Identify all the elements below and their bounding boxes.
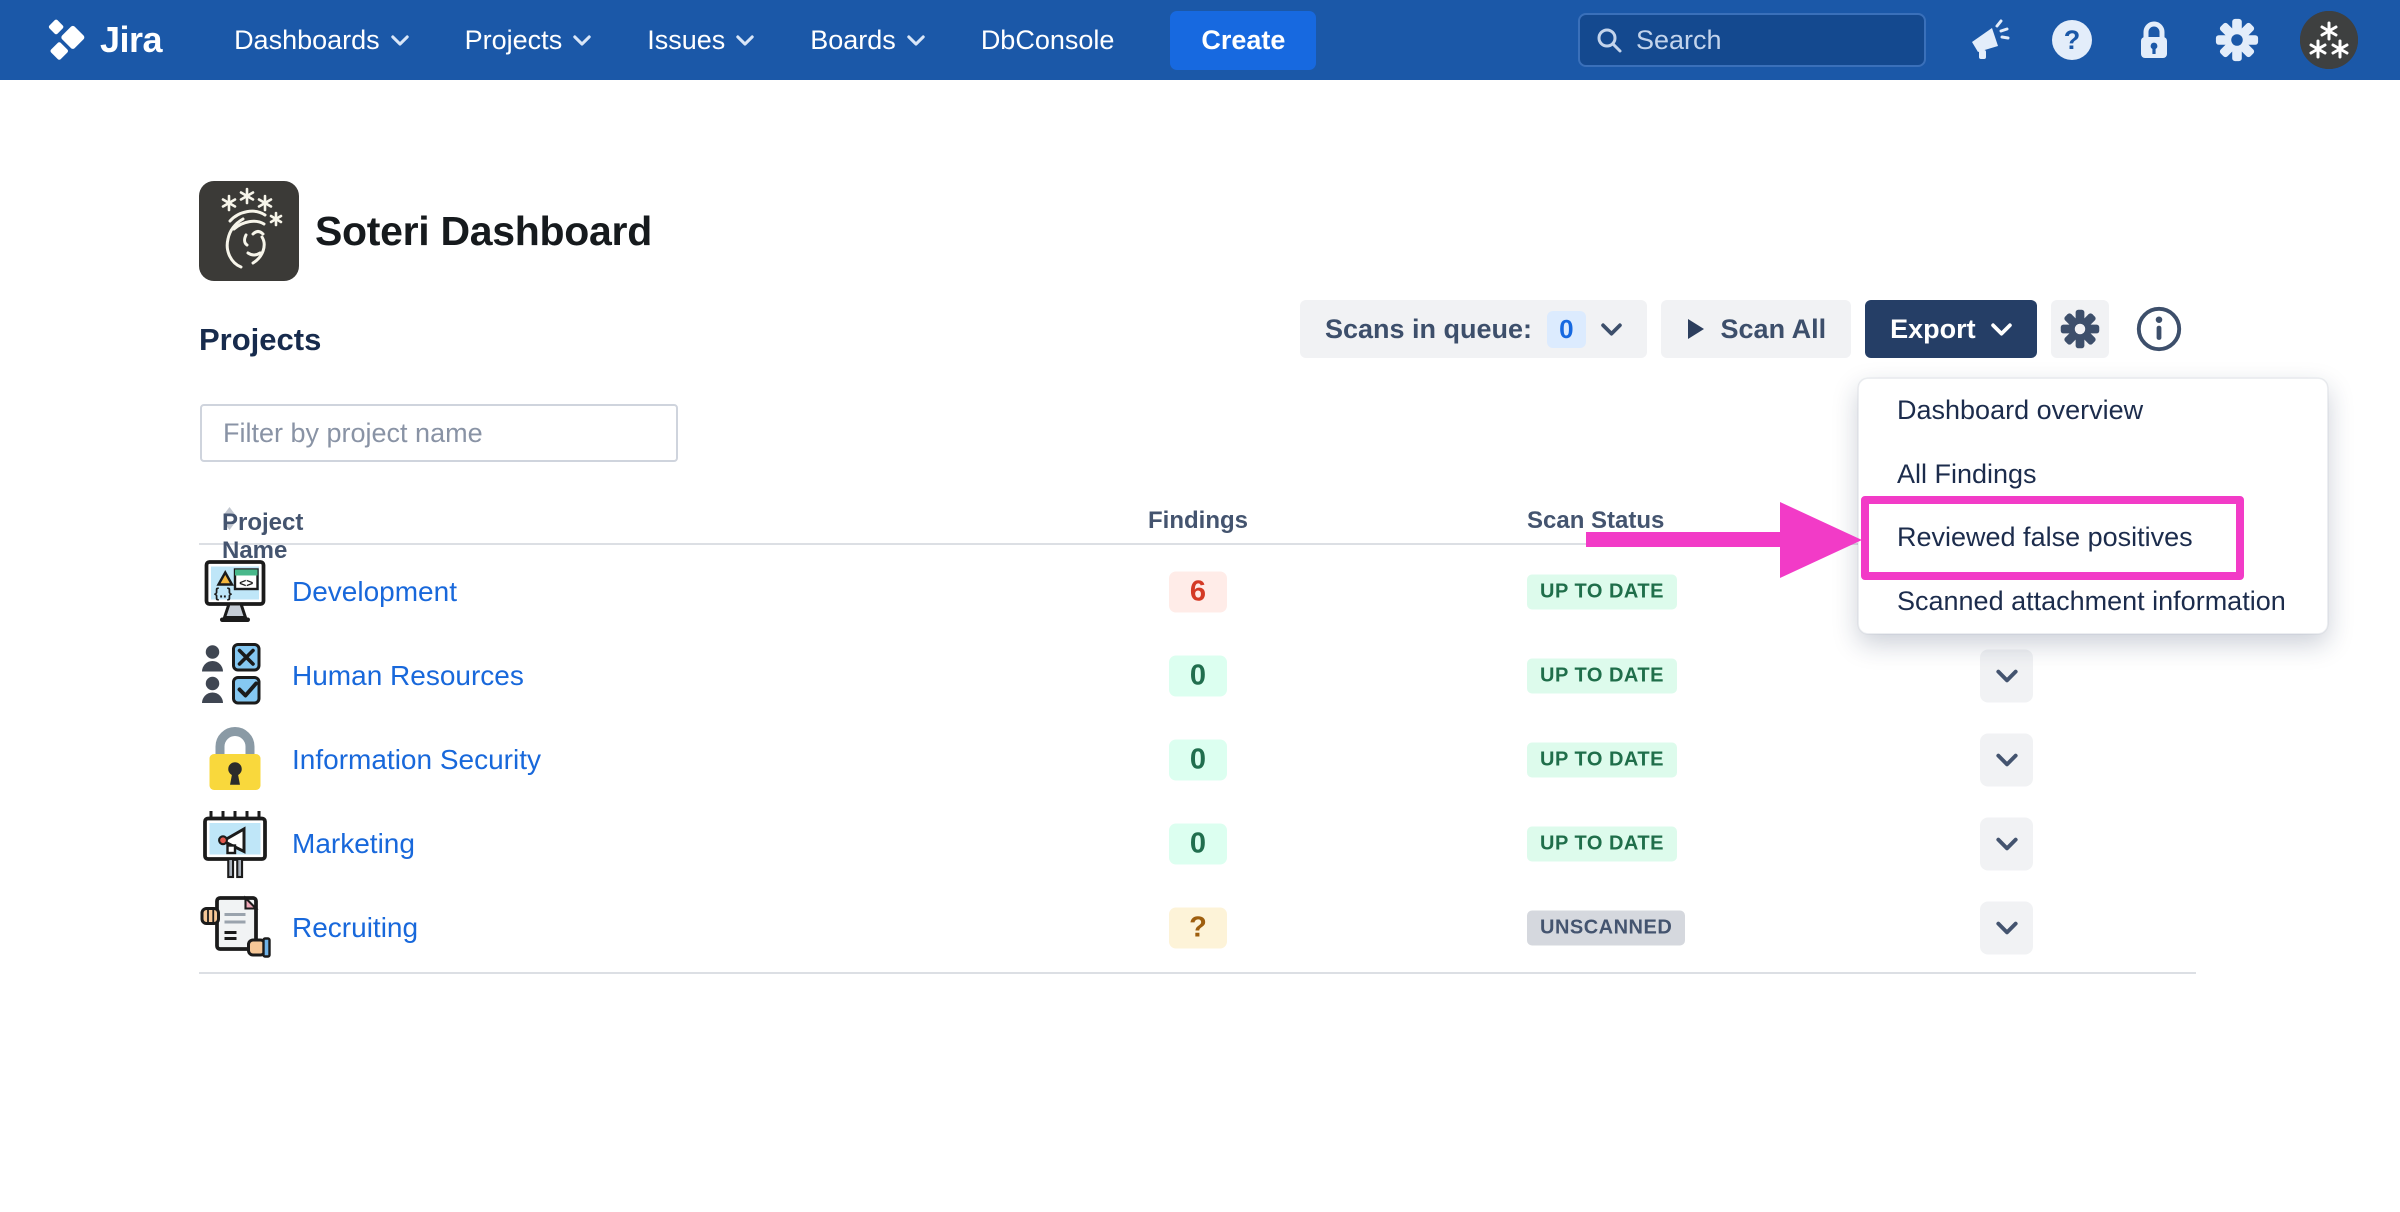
svg-text:?: ? [2064, 25, 2081, 55]
project-name-link[interactable]: Human Resources [292, 660, 524, 692]
chevron-down-icon [1996, 838, 2018, 851]
findings-count-badge: 0 [1169, 740, 1227, 781]
nav-item-boards[interactable]: Boards [810, 25, 925, 56]
brand-name: Jira [100, 19, 162, 61]
info-button[interactable] [2123, 300, 2183, 358]
chevron-down-icon [1996, 754, 2018, 767]
chevron-down-icon [1996, 922, 2018, 935]
export-menu-item[interactable]: Reviewed false positives [1859, 506, 2327, 570]
scan-status-badge: UP TO DATE [1527, 575, 1677, 610]
export-menu-item[interactable]: Scanned attachment information [1859, 570, 2327, 634]
scans-in-queue-label: Scans in queue: [1325, 314, 1532, 345]
findings-count-badge: 0 [1169, 824, 1227, 865]
export-button[interactable]: Export [1865, 300, 2037, 358]
scan-all-button[interactable]: Scan All [1661, 300, 1852, 358]
search-input[interactable] [1636, 25, 1909, 56]
column-header-findings: Findings [1148, 507, 1248, 535]
chevron-down-icon [391, 35, 409, 46]
row-actions-dropdown-button[interactable] [1980, 902, 2033, 955]
column-header-scan-status: Scan Status [1527, 507, 1664, 535]
chevron-down-icon [1991, 323, 2012, 336]
recruiting-icon [199, 892, 271, 964]
scan-status-badge: UP TO DATE [1527, 743, 1677, 778]
scans-in-queue-count: 0 [1547, 311, 1585, 348]
project-name-link[interactable]: Recruiting [292, 912, 418, 944]
jira-logo[interactable]: Jira [42, 17, 162, 63]
export-dropdown-menu: Dashboard overviewAll FindingsReviewed f… [1858, 378, 2328, 634]
chevron-down-icon [1996, 670, 2018, 683]
project-name-link[interactable]: Marketing [292, 828, 415, 860]
chevron-down-icon [736, 35, 754, 46]
chevron-down-icon [573, 35, 591, 46]
export-menu-item[interactable]: Dashboard overview [1859, 379, 2327, 443]
scans-in-queue-button[interactable]: Scans in queue: 0 [1300, 300, 1647, 358]
project-row: Recruiting ? UNSCANNED [199, 886, 2196, 970]
megaphone-icon[interactable] [1966, 18, 2010, 62]
chevron-down-icon [1601, 323, 1622, 336]
chevron-down-icon [907, 35, 925, 46]
nav-search[interactable] [1578, 13, 1926, 67]
svg-text:{..}: {..} [214, 585, 233, 600]
findings-count-badge: 0 [1169, 656, 1227, 697]
soteri-app-icon [199, 181, 299, 281]
app-header: Soteri Dashboard [199, 181, 652, 281]
projects-heading: Projects [199, 322, 321, 358]
row-actions-dropdown-button[interactable] [1980, 734, 2033, 787]
lock-icon[interactable] [2134, 18, 2174, 62]
development-icon: <> {..} [199, 556, 271, 628]
dashboard-toolbar: Scans in queue: 0 Scan All Export [1300, 300, 2183, 358]
export-menu-items: Dashboard overviewAll FindingsReviewed f… [1859, 379, 2327, 633]
scan-status-badge: UNSCANNED [1527, 911, 1685, 946]
play-icon [1686, 317, 1706, 341]
export-menu-item[interactable]: All Findings [1859, 443, 2327, 507]
project-filter-input[interactable] [200, 404, 678, 462]
project-row: Marketing 0 UP TO DATE [199, 802, 2196, 886]
settings-gear-button[interactable] [2051, 300, 2109, 358]
help-icon[interactable]: ? [2050, 18, 2094, 62]
scan-status-badge: UP TO DATE [1527, 659, 1677, 694]
top-nav: Jira Dashboards Projects Issues Boards D… [0, 0, 2400, 80]
column-header-project-name[interactable]: Project Name [222, 507, 237, 530]
jira-mark-icon [42, 17, 88, 63]
project-name-link[interactable]: Information Security [292, 744, 541, 776]
nav-right: ? [1578, 11, 2358, 69]
search-icon [1595, 26, 1623, 54]
page-title: Soteri Dashboard [315, 208, 652, 255]
human-resources-icon [199, 640, 271, 712]
nav-links: Dashboards Projects Issues Boards DbCons… [234, 25, 1114, 56]
project-row: Information Security 0 UP TO DATE [199, 718, 2196, 802]
page-root: Jira Dashboards Projects Issues Boards D… [0, 0, 2400, 1212]
information-security-icon [199, 724, 271, 796]
nav-item-dbconsole[interactable]: DbConsole [981, 25, 1115, 56]
row-actions-dropdown-button[interactable] [1980, 650, 2033, 703]
marketing-icon [199, 808, 271, 880]
gear-icon[interactable] [2214, 17, 2260, 63]
project-row: Human Resources 0 UP TO DATE [199, 634, 2196, 718]
row-actions-dropdown-button[interactable] [1980, 818, 2033, 871]
user-avatar[interactable] [2300, 11, 2358, 69]
create-button[interactable]: Create [1170, 11, 1316, 70]
project-name-link[interactable]: Development [292, 576, 457, 608]
nav-item-issues[interactable]: Issues [647, 25, 754, 56]
gear-icon [2059, 308, 2101, 350]
svg-text:<>: <> [239, 576, 253, 590]
findings-count-badge: ? [1169, 908, 1227, 949]
nav-item-dashboards[interactable]: Dashboards [234, 25, 409, 56]
nav-item-projects[interactable]: Projects [465, 25, 592, 56]
info-icon [2135, 305, 2183, 353]
findings-count-badge: 6 [1169, 572, 1227, 613]
scan-status-badge: UP TO DATE [1527, 827, 1677, 862]
